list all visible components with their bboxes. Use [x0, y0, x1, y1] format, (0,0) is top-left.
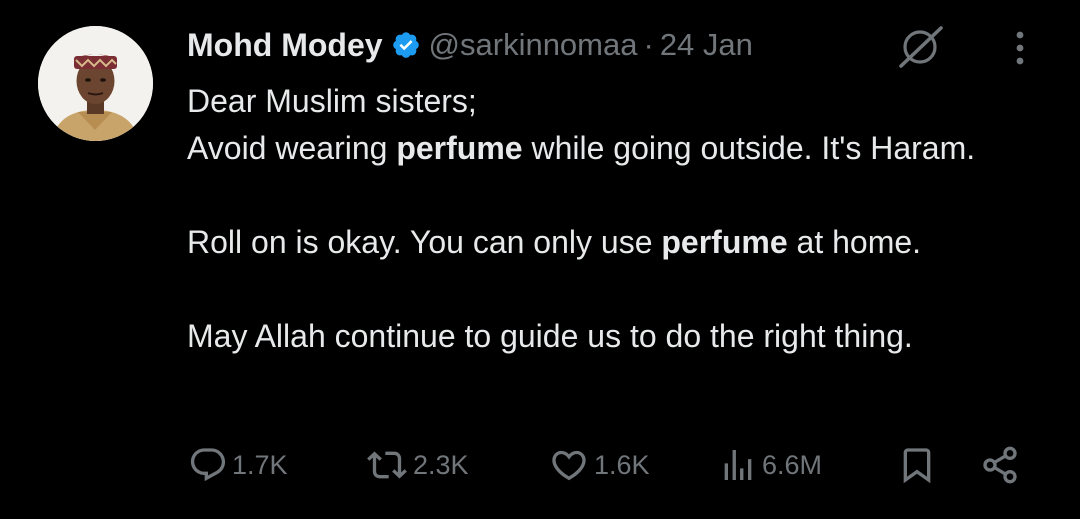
repost-icon: [367, 451, 407, 479]
more-icon[interactable]: [1006, 28, 1034, 68]
tweet-text-line: Dear Muslim sisters;: [187, 83, 477, 119]
repost-button[interactable]: 2.3K: [365, 440, 469, 490]
tweet-header: Mohd Modey @sarkinnomaa · 24 Jan: [187, 22, 753, 68]
reply-count: 1.7K: [232, 449, 288, 480]
avatar[interactable]: [38, 26, 153, 141]
verified-badge-icon[interactable]: [391, 30, 421, 60]
header-separator: ·: [643, 27, 654, 62]
tweet-text-line: Roll on is okay. You can only use perfum…: [187, 224, 922, 260]
author-handle[interactable]: @sarkinnomaa: [429, 27, 638, 63]
share-icon: [983, 446, 1017, 484]
reply-icon: [190, 448, 226, 482]
bold-keyword: perfume: [661, 224, 788, 260]
tweet[interactable]: Mohd Modey @sarkinnomaa · 24 Jan Dear Mu…: [0, 0, 1080, 519]
tweet-text-line: May Allah continue to guide us to do the…: [187, 318, 913, 354]
avatar-image: [38, 26, 153, 141]
tweet-text: Dear Muslim sisters; Avoid wearing perfu…: [187, 78, 1037, 360]
repost-count: 2.3K: [413, 449, 469, 480]
reply-button[interactable]: 1.7K: [188, 440, 288, 490]
views-button[interactable]: 6.6M: [718, 440, 822, 490]
tweet-text-line: Avoid wearing perfume while going outsid…: [187, 130, 976, 166]
grok-icon[interactable]: [893, 24, 947, 70]
bold-keyword: perfume: [396, 130, 523, 166]
like-count: 1.6K: [594, 449, 650, 480]
action-bar: 1.7K 2.3K 1.6K 6.6M: [0, 440, 1080, 490]
tweet-timestamp[interactable]: 24 Jan: [660, 27, 753, 63]
heart-icon: [552, 450, 586, 481]
views-count: 6.6M: [762, 449, 823, 480]
share-button[interactable]: [978, 440, 1022, 490]
views-chart-icon: [724, 450, 752, 480]
author-display-name[interactable]: Mohd Modey: [187, 27, 383, 64]
like-button[interactable]: 1.6K: [548, 440, 650, 490]
bookmark-button[interactable]: [897, 440, 937, 490]
bookmark-icon: [903, 448, 931, 484]
